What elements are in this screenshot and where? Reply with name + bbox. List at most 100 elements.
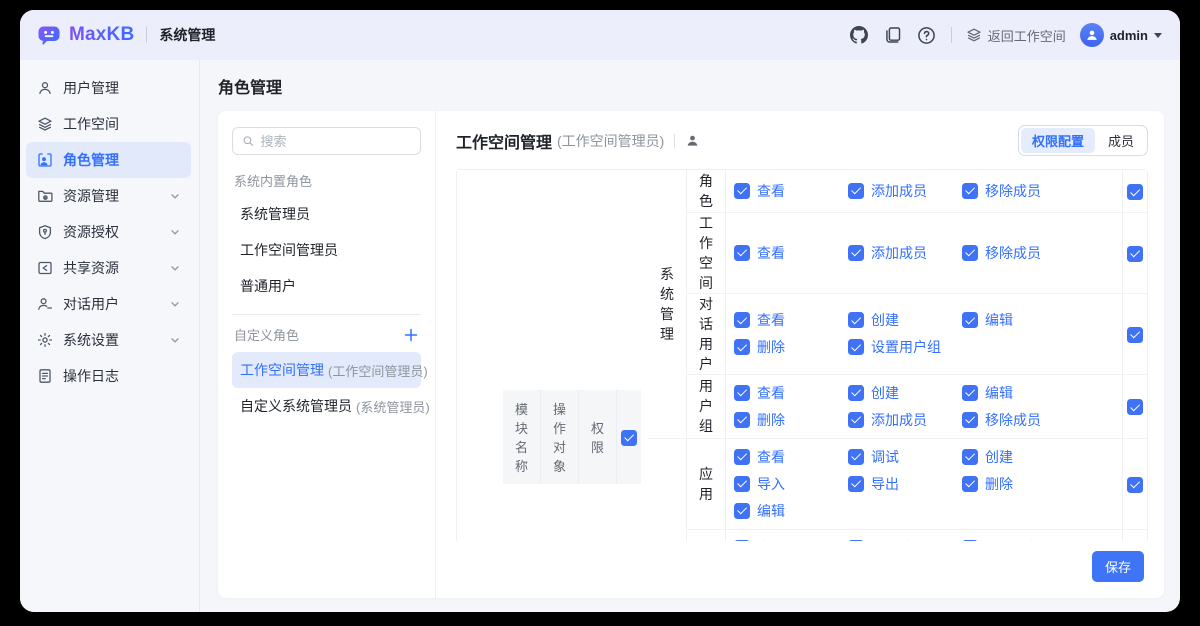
sidebar-item-workspace[interactable]: 工作空间 <box>26 106 191 142</box>
tab-members[interactable]: 成员 <box>1097 128 1145 153</box>
permission-item[interactable]: 创建 <box>848 310 962 330</box>
select-all-checkbox[interactable] <box>621 430 637 446</box>
permission-item[interactable]: 移除成员 <box>962 410 1122 430</box>
checkbox-checked-icon[interactable] <box>962 183 978 199</box>
permission-item[interactable]: 移除成员 <box>962 243 1122 263</box>
save-button[interactable]: 保存 <box>1092 551 1144 582</box>
sidebar-item-system-settings[interactable]: 系统设置 <box>26 322 191 358</box>
sidebar-item-shared-resources[interactable]: 共享资源 <box>26 250 191 286</box>
object-cell: 概览 <box>687 529 726 541</box>
permission-item[interactable]: 编辑 <box>962 310 1122 330</box>
checkbox-checked-icon[interactable] <box>848 183 864 199</box>
back-to-workspace-label: 返回工作空间 <box>988 26 1066 45</box>
checkbox-checked-icon[interactable] <box>962 385 978 401</box>
custom-role-item-custom-system-admin[interactable]: 自定义系统管理员 (系统管理员) <box>232 388 421 424</box>
checkbox-checked-icon[interactable] <box>962 245 978 261</box>
role-badge-icon <box>36 152 53 169</box>
sidebar-item-role-management[interactable]: 角色管理 <box>26 142 191 178</box>
gear-icon <box>36 332 53 349</box>
role-item-normal-user[interactable]: 普通用户 <box>232 268 421 304</box>
sidebar-item-resource-management[interactable]: 资源管理 <box>26 178 191 214</box>
checkbox-checked-icon[interactable] <box>734 385 750 401</box>
role-item-system-admin[interactable]: 系统管理员 <box>232 196 421 232</box>
docs-icon[interactable] <box>883 25 903 45</box>
sidebar-item-operation-log[interactable]: 操作日志 <box>26 358 191 394</box>
permission-item[interactable]: 添加成员 <box>848 243 962 263</box>
selected-role-subtitle: (工作空间管理员) <box>557 131 664 151</box>
sidebar-item-label: 资源管理 <box>63 186 119 206</box>
permission-item[interactable]: 查看 <box>734 243 848 263</box>
chevron-down-icon <box>169 334 181 346</box>
row-checkbox[interactable] <box>1127 477 1143 493</box>
avatar <box>1080 23 1104 47</box>
checkbox-checked-icon[interactable] <box>962 476 978 492</box>
permission-item[interactable]: 编辑 <box>962 383 1122 403</box>
permission-item[interactable]: 查看 <box>734 383 848 403</box>
permission-pane: 工作空间管理 (工作空间管理员) 权限配置 成员 <box>436 111 1164 598</box>
col-header-object: 操作对象 <box>540 390 578 484</box>
row-checkbox[interactable] <box>1127 399 1143 415</box>
role-management-card: 系统内置角色 系统管理员 工作空间管理员 普通用户 自定义角色 工作空间管理 (… <box>218 111 1164 598</box>
add-role-button[interactable] <box>403 327 419 343</box>
checkbox-checked-icon[interactable] <box>962 449 978 465</box>
table-row: 概览 查看 嵌入第三方 访问限制 显示设置 API KEY 公共访问链接 <box>648 529 1147 541</box>
checkbox-checked-icon[interactable] <box>848 339 864 355</box>
checkbox-checked-icon[interactable] <box>848 245 864 261</box>
checkbox-checked-icon[interactable] <box>734 339 750 355</box>
permission-item[interactable]: 移除成员 <box>962 181 1122 201</box>
checkbox-checked-icon[interactable] <box>848 312 864 328</box>
role-search-box[interactable] <box>232 127 421 155</box>
checkbox-checked-icon[interactable] <box>848 385 864 401</box>
permission-item[interactable]: 删除 <box>734 410 848 430</box>
permission-item[interactable]: 查看 <box>734 447 848 467</box>
checkbox-checked-icon[interactable] <box>734 503 750 519</box>
permission-item[interactable]: 创建 <box>962 447 1122 467</box>
row-checkbox[interactable] <box>1127 184 1143 200</box>
row-checkbox[interactable] <box>1127 327 1143 343</box>
tab-permission-config[interactable]: 权限配置 <box>1021 128 1095 153</box>
permission-item[interactable]: 添加成员 <box>848 181 962 201</box>
checkbox-checked-icon[interactable] <box>962 312 978 328</box>
checkbox-checked-icon[interactable] <box>734 476 750 492</box>
checkbox-checked-icon[interactable] <box>848 449 864 465</box>
permission-table-container[interactable]: 模块名称 操作对象 权限 系统管理 角色 <box>456 169 1148 541</box>
checkbox-checked-icon[interactable] <box>848 412 864 428</box>
back-to-workspace-button[interactable]: 返回工作空间 <box>966 26 1066 45</box>
permission-item[interactable]: 导入 <box>734 474 848 494</box>
sidebar-item-label: 操作日志 <box>63 366 119 386</box>
permission-item[interactable]: 创建 <box>848 383 962 403</box>
checkbox-checked-icon[interactable] <box>734 245 750 261</box>
custom-role-item-workspace-management[interactable]: 工作空间管理 (工作空间管理员) <box>232 352 421 388</box>
header-divider <box>951 27 952 43</box>
checkbox-checked-icon[interactable] <box>848 476 864 492</box>
permission-item[interactable]: 添加成员 <box>848 410 962 430</box>
checkbox-checked-icon[interactable] <box>962 412 978 428</box>
checkbox-checked-icon[interactable] <box>734 312 750 328</box>
object-cell: 对话用户 <box>687 293 726 374</box>
role-list-panel: 系统内置角色 系统管理员 工作空间管理员 普通用户 自定义角色 工作空间管理 (… <box>218 111 436 598</box>
sidebar-item-chat-users[interactable]: 对话用户 <box>26 286 191 322</box>
help-icon[interactable] <box>917 25 937 45</box>
permission-item[interactable]: 查看 <box>734 181 848 201</box>
permission-item[interactable]: 删除 <box>734 337 848 357</box>
permission-item[interactable]: 调试 <box>848 447 962 467</box>
permission-item[interactable]: 删除 <box>962 474 1122 494</box>
github-icon[interactable] <box>849 25 869 45</box>
workspace-layers-icon <box>966 27 982 43</box>
checkbox-checked-icon[interactable] <box>734 412 750 428</box>
object-cell: 应用 <box>687 438 726 529</box>
user-menu[interactable]: admin <box>1080 23 1162 47</box>
row-checkbox[interactable] <box>1127 246 1143 262</box>
table-row: 用户组 查看 创建 编辑 删除 添加成员 移除成员 <box>648 374 1147 438</box>
checkbox-checked-icon[interactable] <box>734 183 750 199</box>
sidebar-item-resource-authorization[interactable]: 资源授权 <box>26 214 191 250</box>
role-item-workspace-admin[interactable]: 工作空间管理员 <box>232 232 421 268</box>
permission-item[interactable]: 编辑 <box>734 501 848 521</box>
permission-item[interactable]: 导出 <box>848 474 962 494</box>
permission-item[interactable]: 查看 <box>734 310 848 330</box>
checkbox-checked-icon[interactable] <box>734 449 750 465</box>
permission-item[interactable]: 设置用户组 <box>848 337 962 357</box>
brand-logo[interactable]: MaxKB <box>36 23 134 47</box>
search-input[interactable] <box>260 134 411 149</box>
sidebar-item-user-management[interactable]: 用户管理 <box>26 70 191 106</box>
